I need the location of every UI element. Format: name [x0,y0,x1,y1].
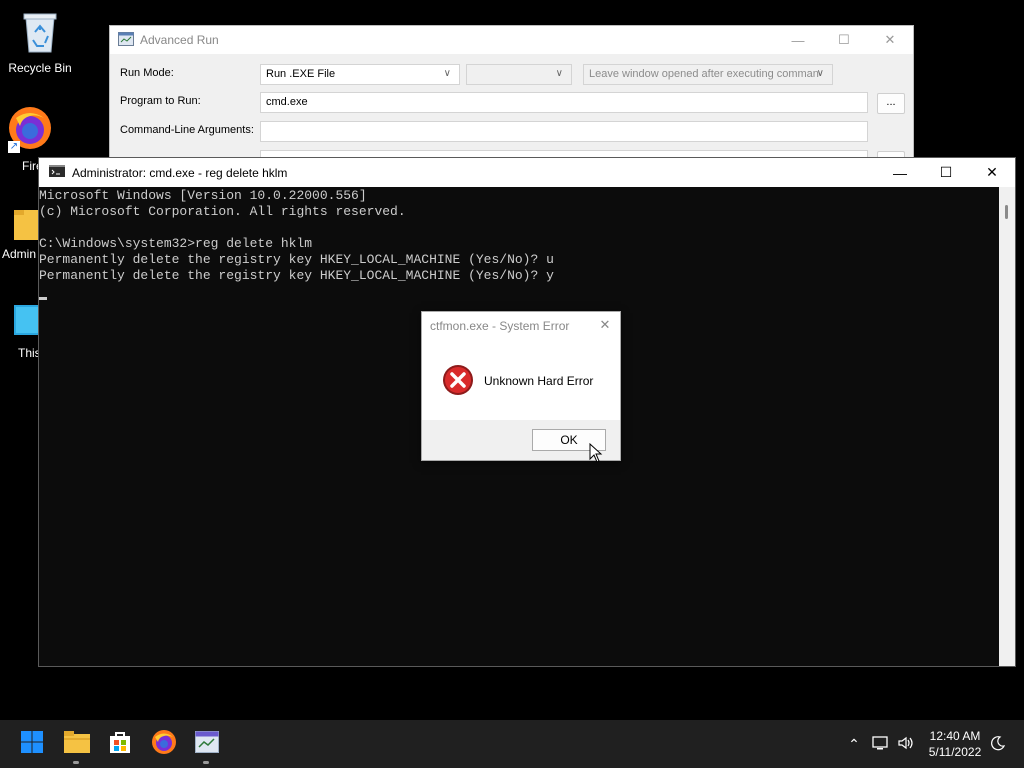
show-hidden-icons-button[interactable]: ⌃ [844,734,864,754]
taskbar-firefox[interactable] [148,728,180,760]
console-line: Microsoft Windows [Version 10.0.22000.55… [39,188,367,203]
mouse-cursor-icon [589,442,603,468]
args-label: Command-Line Arguments: [120,124,254,136]
dialog-footer: OK [422,420,620,463]
network-button[interactable] [871,734,891,754]
error-icon [442,364,474,401]
dialog-title: ctfmon.exe - System Error [430,319,570,333]
firefox-icon: ↗ [6,104,54,155]
window-title: Advanced Run [140,33,219,47]
speaker-icon [897,735,915,754]
system-error-dialog[interactable]: ctfmon.exe - System Error ✕ Unknown Hard… [421,311,621,463]
firefox-icon [151,729,177,760]
scrollbar[interactable] [999,187,1015,666]
maximize-icon: ☐ [838,32,850,47]
taskbar-store[interactable] [104,728,136,760]
dialog-message: Unknown Hard Error [484,374,594,388]
cmd-app-icon [49,165,65,180]
desktop-icon-label: Admin [2,247,37,261]
window-title: Administrator: cmd.exe - reg delete hklm [72,165,288,180]
console-line: Permanently delete the registry key HKEY… [39,252,554,267]
minimize-button[interactable]: — [775,26,821,54]
recycle-bin-icon [20,8,60,57]
maximize-icon: ☐ [939,164,953,180]
taskbar-advanced-run[interactable] [191,728,223,764]
maximize-button[interactable]: ☐ [923,158,969,187]
taskbar-file-explorer[interactable] [61,728,93,764]
run-mode-value: Run .EXE File [266,68,336,80]
desktop-icon-label: Recycle Bin [8,61,72,75]
minimize-button[interactable]: — [877,158,923,187]
browse-button[interactable]: ... [877,93,905,114]
desktop-icon-recycle-bin[interactable]: Recycle Bin [0,8,80,75]
network-icon [872,735,890,754]
maximize-button[interactable]: ☐ [821,26,867,54]
folder-icon [14,208,40,243]
clock-time: 12:40 AM [929,729,981,743]
close-icon: ✕ [599,317,611,332]
desktop-icon-this-pc[interactable]: This [0,305,41,360]
window-option-select[interactable]: Leave window opened after executing comm… [583,64,833,85]
dialog-titlebar[interactable]: ctfmon.exe - System Error ✕ [422,312,620,340]
taskbar: ⌃ 12:40 AM 5/11/2022 [0,720,1024,768]
minimize-icon: — [893,164,907,181]
shortcut-arrow-icon: ↗ [8,141,20,153]
scrollbar-thumb[interactable] [1005,205,1008,219]
focus-assist-button[interactable] [988,734,1008,754]
minimize-icon: — [791,32,805,48]
close-button[interactable]: ✕ [969,158,1015,187]
volume-button[interactable] [896,734,916,754]
desktop-icon-admin-folder[interactable]: Admin [0,208,40,261]
moon-icon [990,735,1006,754]
store-icon [108,730,132,759]
advanced-run-titlebar[interactable]: Advanced Run — ☐ ✕ [110,26,913,54]
windows-logo-icon [20,730,44,759]
desktop: Recycle Bin ↗ Fire Admin This Advanced R… [0,0,1024,768]
program-input[interactable]: cmd.exe [260,92,868,113]
clock-date: 5/11/2022 [928,745,982,759]
running-indicator [73,761,79,764]
advanced-run-app-icon [118,31,134,49]
console-line: C:\Windows\system32>reg delete hklm [39,236,313,251]
console-cursor-line [39,284,999,300]
window-option-value: Leave window opened after executing comm… [589,68,819,80]
cmd-titlebar[interactable]: Administrator: cmd.exe - reg delete hklm… [39,158,1015,187]
advanced-run-window[interactable]: Advanced Run — ☐ ✕ Run Mode: Run .EXE Fi… [109,25,914,165]
taskbar-clock[interactable]: 12:40 AM 5/11/2022 [922,728,988,760]
dialog-close-button[interactable]: ✕ [596,317,614,335]
secondary-mode-select[interactable] [466,64,572,85]
folder-icon [64,730,90,758]
start-button[interactable] [16,728,48,760]
program-value: cmd.exe [266,96,308,108]
monitor-icon [14,305,40,342]
program-label: Program to Run: [120,95,201,107]
close-icon: ✕ [986,164,998,180]
advanced-run-app-icon [195,730,219,758]
chevron-up-icon: ⌃ [848,735,860,752]
desktop-icon-label: This [18,346,41,360]
dialog-body: Unknown Hard Error [422,340,620,420]
console-line: Permanently delete the registry key HKEY… [39,268,554,283]
run-mode-select[interactable]: Run .EXE File [260,64,460,85]
running-indicator [203,761,209,764]
text-cursor [39,297,47,300]
close-icon: ✕ [884,32,896,47]
run-mode-label: Run Mode: [120,67,174,79]
args-input[interactable] [260,121,868,142]
console-line: (c) Microsoft Corporation. All rights re… [39,204,406,219]
close-button[interactable]: ✕ [867,26,913,54]
